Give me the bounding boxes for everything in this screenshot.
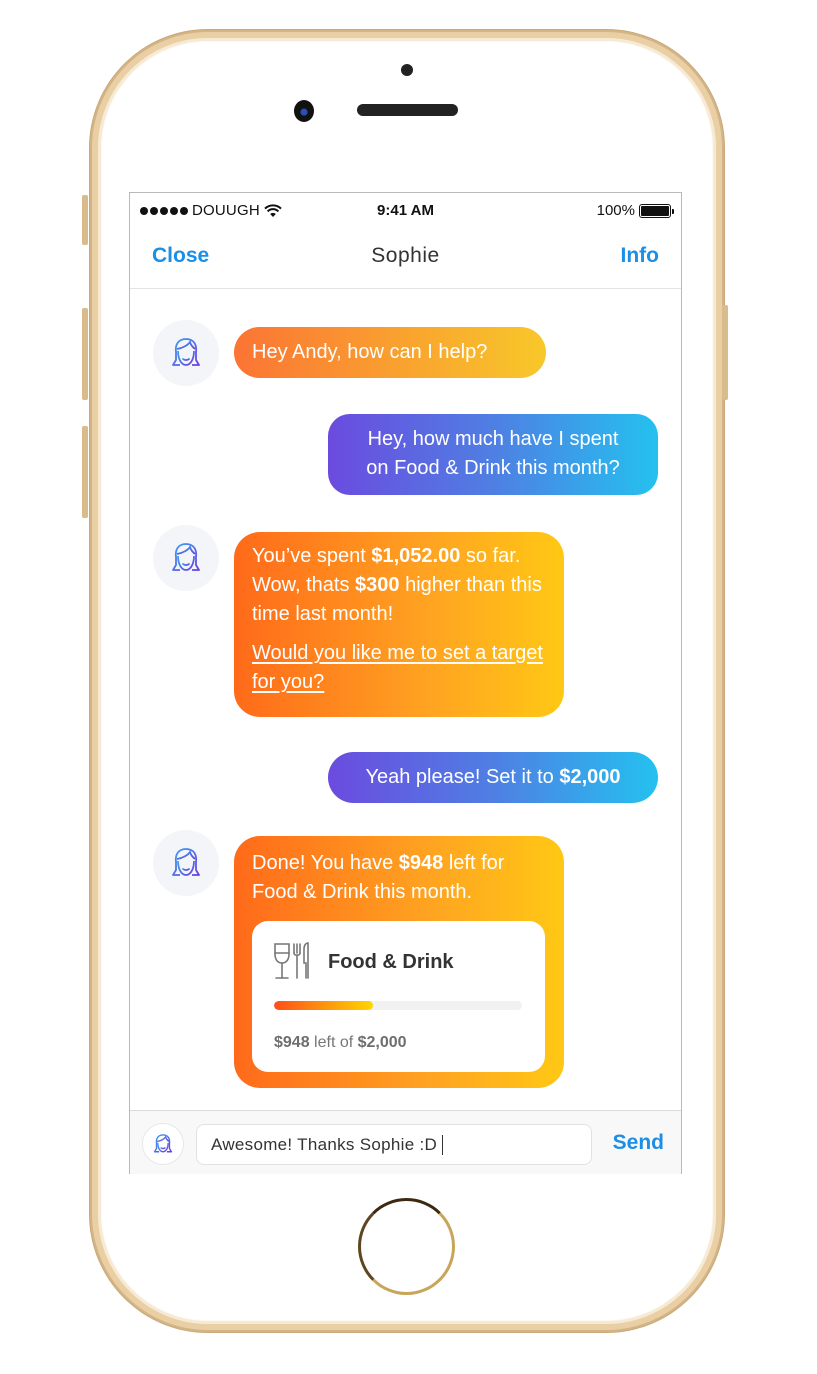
battery-icon	[639, 203, 674, 218]
home-button[interactable]	[358, 1198, 455, 1295]
user-message-line: on Food & Drink this month?	[366, 457, 620, 479]
power-button	[722, 305, 728, 400]
set-target-link[interactable]: Would you like me to set a target for yo…	[252, 642, 543, 693]
send-button[interactable]: Send	[613, 1131, 664, 1155]
status-bar: DOUUGH 9:41 AM 100%	[130, 193, 681, 229]
spending-summary: You’ve spent $1,052.00 so far. Wow, that…	[252, 542, 546, 629]
bot-avatar	[153, 320, 219, 386]
left-amount: $948	[274, 1034, 310, 1051]
chat-title: Sophie	[371, 244, 440, 267]
user-message: Hey, how much have I spent on Food & Dri…	[328, 414, 658, 495]
text-caret	[442, 1134, 444, 1155]
sophie-face-icon	[172, 848, 200, 876]
proximity-sensor	[401, 64, 413, 76]
chat-screen: DOUUGH 9:41 AM 100% Close Sophie Info He…	[129, 192, 682, 1174]
total-amount: $2,000	[357, 1034, 407, 1051]
bot-message: Hey Andy, how can I help?	[234, 327, 546, 378]
difference-amount: $300	[355, 574, 400, 596]
bot-message: You’ve spent $1,052.00 so far. Wow, that…	[234, 532, 564, 717]
budget-remaining-text: $948 left of $2,000	[274, 1028, 407, 1057]
message-text: Done! You have	[252, 852, 399, 874]
user-message-line: Hey, how much have I spent	[367, 428, 619, 450]
bot-avatar	[153, 525, 219, 591]
budget-confirmation: Done! You have $948 left for Food & Drin…	[252, 849, 546, 907]
earpiece-speaker	[357, 104, 458, 116]
message-input-value: Awesome! Thanks Sophie :D	[211, 1134, 438, 1154]
budget-progress-fill	[274, 1001, 374, 1010]
spent-amount: $1,052.00	[371, 545, 461, 567]
front-camera	[294, 100, 314, 122]
mute-switch	[82, 195, 88, 245]
sophie-face-icon	[153, 1134, 173, 1153]
volume-down-button	[82, 426, 88, 518]
left-label: left of	[309, 1034, 358, 1051]
remaining-amount: $948	[398, 852, 444, 874]
category-title: Food & Drink	[328, 951, 454, 973]
message-composer: Awesome! Thanks Sophie :D Send	[130, 1110, 681, 1174]
message-list: Hey Andy, how can I help? Hey, how much …	[130, 290, 681, 1110]
info-button[interactable]: Info	[621, 244, 659, 268]
message-input[interactable]: Awesome! Thanks Sophie :D	[196, 1124, 592, 1165]
budget-progress-bar	[274, 1001, 522, 1010]
budget-card[interactable]: Food & Drink $948 left of $2,000	[252, 921, 545, 1072]
battery-percent: 100%	[596, 202, 635, 219]
volume-up-button	[82, 308, 88, 400]
bot-avatar	[153, 830, 219, 896]
bot-message: Done! You have $948 left for Food & Drin…	[234, 836, 564, 1088]
composer-avatar	[142, 1123, 184, 1165]
user-message: Yeah please! Set it to $2,000	[328, 752, 658, 803]
wine-glass-cutlery-icon	[274, 942, 309, 979]
nav-bar: Close Sophie Info	[130, 229, 681, 289]
message-text: Yeah please! Set it to	[365, 766, 560, 788]
sophie-face-icon	[172, 543, 200, 571]
message-text: You’ve spent	[252, 545, 372, 567]
target-amount: $2,000	[559, 766, 621, 788]
sophie-face-icon	[172, 338, 200, 366]
